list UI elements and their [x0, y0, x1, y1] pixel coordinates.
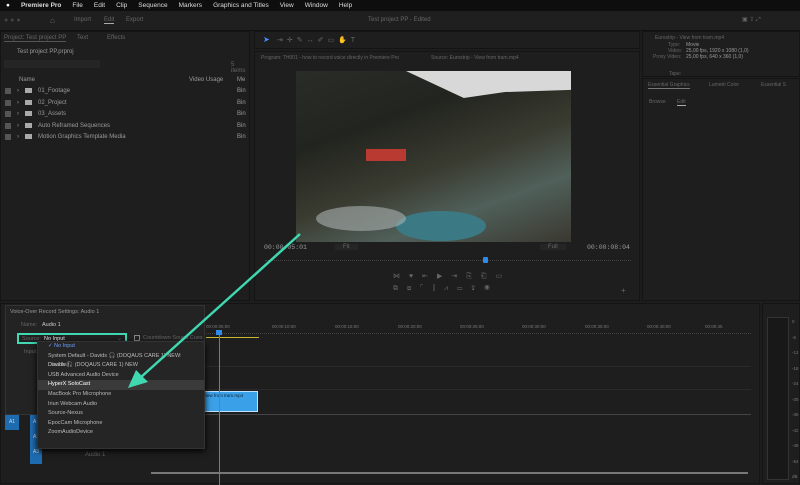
annotation-arrow — [128, 233, 301, 388]
